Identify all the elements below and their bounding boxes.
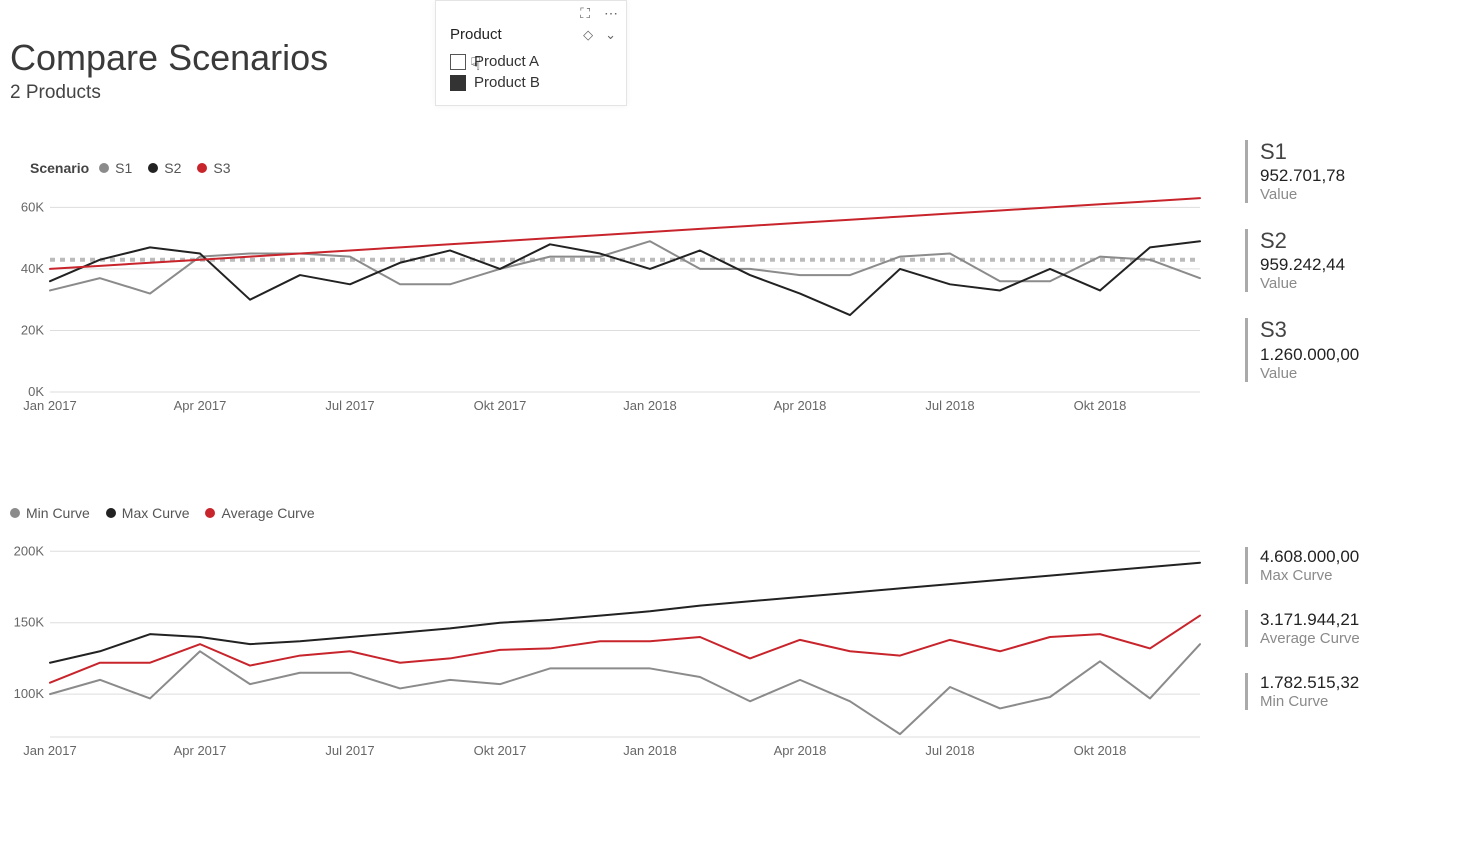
slicer-title: Product (450, 26, 502, 43)
slicer-item-product-a[interactable]: Product A (450, 51, 612, 72)
svg-text:Jan 2017: Jan 2017 (23, 398, 77, 413)
svg-text:Jan 2017: Jan 2017 (23, 743, 77, 758)
svg-text:Okt 2017: Okt 2017 (474, 398, 527, 413)
scenario-legend: Scenario S1 S2 S3 (30, 160, 1210, 176)
curve-chart: Min Curve Max Curve Average Curve 100K 15… (10, 505, 1210, 785)
legend-swatch-max (106, 508, 116, 518)
svg-text:100K: 100K (14, 686, 45, 701)
slicer-item-label: Product B (474, 74, 540, 91)
legend-title: Scenario (30, 160, 89, 176)
kpi-s2: S2 959.242,44 Value (1245, 229, 1455, 292)
checkbox-icon[interactable] (450, 75, 466, 91)
more-options-icon[interactable]: ⋯ (604, 5, 618, 22)
svg-text:Apr 2017: Apr 2017 (174, 398, 227, 413)
svg-text:Jan 2018: Jan 2018 (623, 743, 677, 758)
kpi-s3: S3 1.260.000,00 Value (1245, 318, 1455, 381)
kpi-s1: S1 952.701,78 Value (1245, 140, 1455, 203)
scenario-chart: Scenario S1 S2 S3 0K 20K 40K 60K Jan 2017 Apr… (10, 160, 1210, 440)
svg-text:150K: 150K (14, 615, 45, 630)
legend-swatch-avg (205, 508, 215, 518)
legend-swatch-s1 (99, 163, 109, 173)
svg-text:20K: 20K (21, 322, 44, 337)
clear-filter-icon[interactable]: ◇ (583, 27, 593, 43)
scenario-plot: 0K 20K 40K 60K Jan 2017 Apr 2017 Jul 2017 Okt 2… (10, 182, 1210, 422)
svg-text:Jul 2017: Jul 2017 (325, 743, 374, 758)
scenario-kpis: S1 952.701,78 Value S2 959.242,44 Value … (1245, 140, 1455, 408)
svg-text:40K: 40K (21, 261, 44, 276)
svg-text:Okt 2017: Okt 2017 (474, 743, 527, 758)
page-subtitle: 2 Products (10, 82, 328, 104)
svg-text:Jul 2017: Jul 2017 (325, 398, 374, 413)
curve-legend: Min Curve Max Curve Average Curve (10, 505, 1210, 521)
kpi-min: 1.782.515,32 Min Curve (1245, 673, 1455, 710)
page-title: Compare Scenarios (10, 38, 328, 78)
slicer-item-product-b[interactable]: Product B (450, 72, 612, 93)
svg-text:Apr 2018: Apr 2018 (774, 398, 827, 413)
legend-swatch-min (10, 508, 20, 518)
svg-text:Apr 2017: Apr 2017 (174, 743, 227, 758)
legend-swatch-s3 (197, 163, 207, 173)
svg-text:Okt 2018: Okt 2018 (1074, 743, 1127, 758)
slicer-item-label: Product A (474, 53, 539, 70)
svg-text:60K: 60K (21, 199, 44, 214)
dropdown-icon[interactable]: ⌄ (605, 27, 616, 43)
checkbox-icon[interactable] (450, 54, 466, 70)
kpi-avg: 3.171.944,21 Average Curve (1245, 610, 1455, 647)
svg-text:Okt 2018: Okt 2018 (1074, 398, 1127, 413)
svg-text:Jul 2018: Jul 2018 (925, 398, 974, 413)
svg-text:Jan 2018: Jan 2018 (623, 398, 677, 413)
product-slicer[interactable]: ⛶ ⋯ Product ◇ ⌄ Product A Product B (435, 0, 627, 106)
focus-mode-icon[interactable]: ⛶ (580, 5, 590, 22)
kpi-max: 4.608.000,00 Max Curve (1245, 547, 1455, 584)
svg-text:Apr 2018: Apr 2018 (774, 743, 827, 758)
curve-plot: 100K 150K 200K Jan 2017 Apr 2017 Jul 2017 Okt … (10, 527, 1210, 767)
curve-kpis: 4.608.000,00 Max Curve 3.171.944,21 Aver… (1245, 545, 1455, 736)
svg-text:200K: 200K (14, 543, 45, 558)
svg-text:0K: 0K (28, 384, 44, 399)
svg-text:Jul 2018: Jul 2018 (925, 743, 974, 758)
legend-swatch-s2 (148, 163, 158, 173)
